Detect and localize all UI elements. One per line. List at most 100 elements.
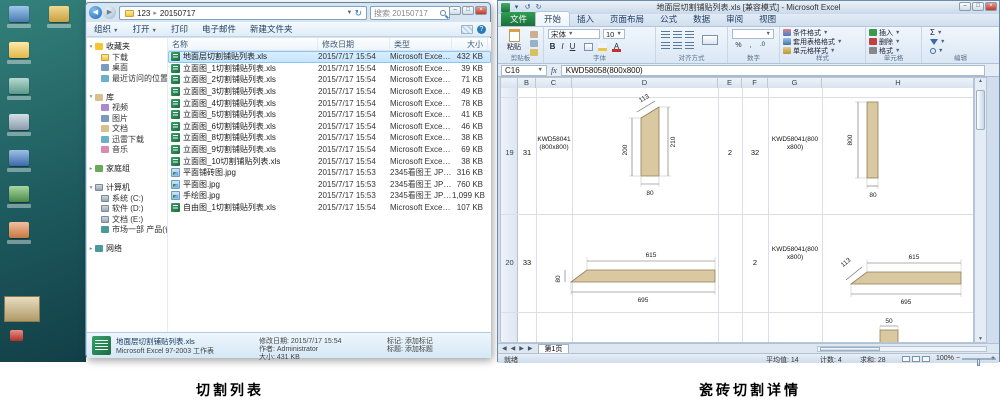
- zoom-slider-thumb[interactable]: [977, 359, 980, 366]
- file-row[interactable]: 平面图.jpg 2015/7/17 15:532345看图王 JPG ...76…: [168, 179, 491, 191]
- tab-page-layout[interactable]: 页面布局: [602, 12, 652, 26]
- tab-home[interactable]: 开始: [536, 12, 569, 26]
- column-header[interactable]: E: [718, 78, 742, 88]
- breadcrumb-subfolder[interactable]: 20150717: [160, 9, 196, 18]
- cell-tile-code[interactable]: KWD58041(800x800): [771, 136, 819, 152]
- column-header-type[interactable]: 类型: [390, 38, 452, 50]
- tab-view[interactable]: 视图: [751, 12, 784, 26]
- change-view-button[interactable]: [461, 25, 473, 34]
- expander-icon[interactable]: ▾: [87, 44, 95, 50]
- expander-icon[interactable]: ▾: [87, 185, 95, 191]
- undo-button[interactable]: ↺: [523, 3, 532, 12]
- spreadsheet-grid[interactable]: 19 20 31 KWD58041(800x800) 2 32 KWD58041…: [500, 88, 974, 343]
- merge-center-button[interactable]: [702, 35, 718, 45]
- zoom-out-button[interactable]: −: [956, 355, 960, 362]
- paste-button[interactable]: 粘贴: [504, 29, 524, 52]
- align-center-button[interactable]: [673, 42, 682, 49]
- open-button[interactable]: 打开▼: [125, 23, 163, 35]
- select-all-corner[interactable]: [501, 78, 518, 88]
- next-sheet-icon[interactable]: ▶: [519, 345, 524, 352]
- file-row[interactable]: 立面图_1切割铺贴列表.xls 2015/7/17 15:54Microsoft…: [168, 63, 491, 75]
- expander-icon[interactable]: ▸: [87, 246, 95, 252]
- close-button[interactable]: ×: [475, 6, 487, 15]
- maximize-button[interactable]: □: [462, 6, 474, 15]
- cell-qty[interactable]: 2: [742, 258, 768, 267]
- underline-button[interactable]: U: [568, 42, 577, 51]
- file-row[interactable]: 立面图_5切割铺贴列表.xls 2015/7/17 15:54Microsoft…: [168, 109, 491, 121]
- sidebar-item-network-drive[interactable]: 市场一部 产品(备...: [87, 225, 167, 236]
- sidebar-item-music[interactable]: 音乐: [87, 145, 167, 156]
- breadcrumb-folder[interactable]: 123: [137, 9, 150, 18]
- sidebar-group-libraries[interactable]: ▾ 库: [87, 92, 167, 103]
- sidebar-item-drive-c[interactable]: 系统 (C:): [87, 193, 167, 204]
- align-top-button[interactable]: [661, 31, 670, 38]
- sidebar-item-documents[interactable]: 文档: [87, 124, 167, 135]
- sidebar-item-thunder-downloads[interactable]: 迅雷下载: [87, 134, 167, 145]
- comma-style-button[interactable]: ,: [746, 42, 755, 49]
- expander-icon[interactable]: ▸: [87, 166, 95, 172]
- tab-insert[interactable]: 插入: [569, 12, 602, 26]
- tab-formulas[interactable]: 公式: [652, 12, 685, 26]
- italic-button[interactable]: I: [558, 42, 567, 51]
- save-button[interactable]: ▾: [512, 3, 521, 12]
- desktop-icon[interactable]: [4, 186, 34, 208]
- expander-icon[interactable]: ▾: [87, 94, 95, 100]
- file-row[interactable]: 立面图_10切割铺贴列表.xls 2015/7/17 15:54Microsof…: [168, 155, 491, 167]
- help-icon[interactable]: ?: [477, 25, 486, 34]
- maximize-button[interactable]: □: [972, 2, 984, 11]
- bold-button[interactable]: B: [548, 42, 557, 51]
- column-header[interactable]: G: [768, 78, 822, 88]
- sidebar-item-drive-e[interactable]: 文档 (E:): [87, 214, 167, 225]
- organize-button[interactable]: 组织▼: [87, 23, 125, 35]
- desktop-icon[interactable]: [4, 222, 34, 244]
- desktop-icon[interactable]: [4, 42, 34, 64]
- normal-view-button[interactable]: [902, 356, 910, 362]
- desktop-icon[interactable]: [10, 330, 23, 341]
- column-header[interactable]: C: [536, 78, 572, 88]
- back-button[interactable]: ◀: [89, 6, 102, 19]
- align-left-button[interactable]: [661, 42, 670, 49]
- sort-filter-button[interactable]: ▼: [930, 37, 945, 46]
- desktop-thumbnail-icon[interactable]: [4, 296, 40, 322]
- column-header-date[interactable]: 修改日期: [318, 38, 390, 50]
- sheet-tab[interactable]: 第1页: [538, 344, 570, 353]
- formula-input[interactable]: KWD58058(800x800): [561, 65, 985, 76]
- last-sheet-icon[interactable]: ▶: [528, 345, 533, 352]
- sidebar-item-pictures[interactable]: 图片: [87, 113, 167, 124]
- column-header[interactable]: D: [572, 78, 718, 88]
- file-row[interactable]: 立面图_8切割铺贴列表.xls 2015/7/17 15:54Microsoft…: [168, 132, 491, 144]
- percent-style-button[interactable]: %: [734, 42, 743, 49]
- cell-item-no[interactable]: 32: [742, 148, 768, 157]
- column-header-name[interactable]: 名称: [168, 38, 318, 50]
- tab-data[interactable]: 数据: [685, 12, 718, 26]
- scroll-up-icon[interactable]: ▲: [975, 78, 986, 84]
- align-middle-button[interactable]: [673, 31, 682, 38]
- align-right-button[interactable]: [685, 42, 694, 49]
- minimize-button[interactable]: –: [959, 2, 971, 11]
- cell-item-no[interactable]: 33: [518, 258, 536, 267]
- column-header[interactable]: H: [822, 78, 975, 88]
- print-button[interactable]: 打印: [164, 23, 195, 35]
- font-size-select[interactable]: 10▼: [603, 29, 625, 39]
- cut-button[interactable]: [530, 31, 538, 38]
- file-row[interactable]: 立面图_4切割铺贴列表.xls 2015/7/17 15:54Microsoft…: [168, 97, 491, 109]
- zoom-level[interactable]: 100%: [936, 355, 954, 362]
- sidebar-item-desktop[interactable]: 桌面: [87, 63, 167, 74]
- prev-sheet-icon[interactable]: ◀: [511, 345, 516, 352]
- close-button[interactable]: ×: [985, 2, 997, 11]
- file-row[interactable]: 立面图_9切割铺贴列表.xls 2015/7/17 15:54Microsoft…: [168, 144, 491, 156]
- horizontal-scrollbar[interactable]: [817, 346, 987, 352]
- address-dropdown-icon[interactable]: ▼: [347, 10, 353, 16]
- sidebar-group-favorites[interactable]: ▾ 收藏夹: [87, 41, 167, 52]
- row-header[interactable]: 20: [501, 258, 518, 267]
- page-break-view-button[interactable]: [922, 356, 930, 362]
- first-sheet-icon[interactable]: ◀: [502, 345, 507, 352]
- details-title[interactable]: 标题: 添加标题: [387, 344, 433, 354]
- redo-button[interactable]: ↻: [534, 3, 543, 12]
- cell-item-no[interactable]: 31: [518, 148, 536, 157]
- file-row[interactable]: 自由图_1切割铺贴列表.xls 2015/7/17 15:54Microsoft…: [168, 202, 491, 214]
- tab-file[interactable]: 文件: [501, 12, 536, 26]
- sidebar-item-videos[interactable]: 视频: [87, 103, 167, 114]
- desktop-icon[interactable]: [4, 114, 34, 136]
- number-format-select[interactable]: ▼: [732, 29, 774, 39]
